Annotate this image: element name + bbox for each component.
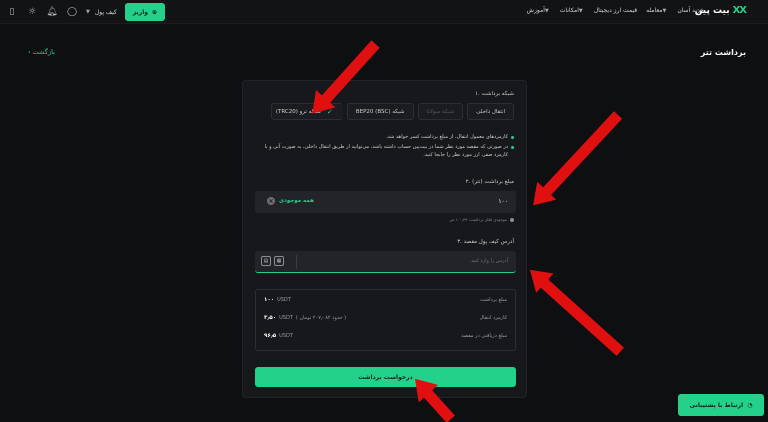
- summary-label: مبلغ برداشت: [480, 297, 507, 303]
- submit-withdraw-button[interactable]: درخواست برداشت: [255, 367, 516, 387]
- tab-solana[interactable]: شبکه سولانا: [417, 103, 464, 120]
- user-icon[interactable]: ◯: [66, 6, 78, 18]
- annotation-arrow: [538, 111, 623, 200]
- amount-input[interactable]: ۱۰۰ × همه موجودی: [255, 191, 516, 213]
- value-number: ۱۰۰: [264, 297, 275, 303]
- chevron-down-icon: ▼: [86, 9, 90, 15]
- divider: [296, 255, 297, 269]
- available-text: موجودی قابل برداشت: ۱۰۰٫۳۹ تتر: [449, 217, 507, 222]
- nav-item-features[interactable]: امکانات▼: [560, 7, 585, 14]
- nav-item-prices[interactable]: قیمت ارز دیجیتال: [594, 7, 637, 14]
- chevron-down-icon: ▼: [578, 8, 583, 14]
- value-unit: USDT: [277, 297, 291, 303]
- support-label: ارتباط با پشتیبانی: [689, 401, 744, 409]
- bell-icon[interactable]: 🔔︎: [46, 6, 58, 18]
- deposit-icon: ⊕: [152, 8, 158, 16]
- sun-icon[interactable]: ☼: [26, 6, 38, 18]
- network-notes: کارمزدهای معمول انتقال، از مبلغ برداشت ک…: [252, 133, 514, 161]
- address-placeholder: آدرس را وارد کنید: [470, 258, 508, 264]
- page-title: برداشت تتر: [700, 48, 746, 57]
- top-navbar: XX بیت پین خرید آسان معامله▼ قیمت ارز دی…: [0, 0, 768, 24]
- header-tools: ▯ ☼ 🔔︎ ◯ ▼ کیف پول واریز ⊕: [6, 3, 166, 21]
- nav-label: امکانات: [559, 7, 579, 14]
- nav-item-trade[interactable]: معامله▼: [646, 7, 668, 14]
- summary-row: ۹۶٫۵ USDT مبلغ دریافتی در مقصد: [264, 333, 507, 339]
- wallet-menu[interactable]: ▼ کیف پول: [86, 9, 117, 16]
- main-nav: خرید آسان معامله▼ قیمت ارز دیجیتال امکان…: [527, 7, 704, 14]
- back-link[interactable]: ‹ بازگشت: [28, 48, 55, 56]
- summary-value: ۱۰۰ USDT: [264, 297, 291, 303]
- nav-item-easy-buy[interactable]: خرید آسان: [677, 7, 704, 14]
- withdraw-form: ۱. شبکه برداشت انتقال داخلی شبکه سولانا …: [242, 80, 527, 398]
- chevron-down-icon: ▼: [544, 8, 549, 14]
- value-unit: USDT: [279, 333, 293, 339]
- summary-value: ۳٫۵۰ USDT( حدود ۲۰۷٫۰۸۲ تومان ): [264, 315, 346, 321]
- download-icon[interactable]: ▯: [6, 6, 18, 18]
- paste-icon[interactable]: ▤: [261, 256, 271, 266]
- logo-mark: XX: [732, 5, 747, 16]
- value-number: ۳٫۵۰: [264, 315, 277, 321]
- deposit-button[interactable]: واریز ⊕: [124, 3, 166, 21]
- deposit-label: واریز: [132, 8, 149, 16]
- address-label: ۳. آدرس کیف پول مقصد: [457, 239, 514, 245]
- amount-label: ۲. مبلغ برداشت (تتر): [465, 179, 514, 185]
- address-input[interactable]: آدرس را وارد کنید ▤ ▦: [255, 251, 516, 273]
- back-label: بازگشت: [32, 48, 55, 56]
- note-item: در صورتی که مقصد مورد نظر شما در بیت‌پین…: [252, 143, 514, 159]
- value-unit: USDT: [279, 315, 293, 321]
- tab-bep20[interactable]: BEP20 (BSC) شبکه: [346, 103, 414, 120]
- address-tools: ▤ ▦: [261, 256, 284, 266]
- network-label: ۱. شبکه برداشت: [474, 91, 514, 97]
- annotation-arrow: [536, 275, 624, 356]
- value-number: ۹۶٫۵: [264, 333, 277, 339]
- summary-row: ۱۰۰ USDT مبلغ برداشت: [264, 297, 507, 303]
- available-balance: موجودی قابل برداشت: ۱۰۰٫۳۹ تتر: [450, 217, 514, 222]
- info-icon: [510, 217, 514, 222]
- nav-label: آموزش: [526, 7, 545, 14]
- wallet-label: کیف پول: [94, 8, 117, 16]
- withdraw-summary: ۱۰۰ USDT مبلغ برداشت ۳٫۵۰ USDT( حدود ۲۰۷٫۰…: [255, 289, 516, 351]
- nav-label: معامله: [646, 7, 663, 14]
- chevron-down-icon: ▼: [662, 8, 667, 14]
- value-note: ( حدود ۲۰۷٫۰۸۲ تومان ): [295, 315, 347, 321]
- support-button[interactable]: ارتباط با پشتیبانی ◔: [678, 394, 764, 416]
- all-balance-button[interactable]: × همه موجودی: [267, 197, 314, 205]
- amount-value: ۱۰۰: [498, 198, 508, 205]
- summary-value: ۹۶٫۵ USDT: [264, 333, 293, 339]
- summary-row: ۳٫۵۰ USDT( حدود ۲۰۷٫۰۸۲ تومان ) کارمزد ان…: [264, 315, 507, 321]
- note-item: کارمزدهای معمول انتقال، از مبلغ برداشت ک…: [252, 133, 514, 141]
- nav-item-learn[interactable]: آموزش▼: [527, 7, 551, 14]
- summary-label: مبلغ دریافتی در مقصد: [461, 333, 507, 339]
- summary-label: کارمزد انتقال: [479, 315, 507, 321]
- all-balance-label: همه موجودی: [279, 198, 314, 204]
- chat-icon: ◔: [747, 401, 753, 409]
- qr-icon[interactable]: ▦: [274, 256, 284, 266]
- tab-internal-transfer[interactable]: انتقال داخلی: [467, 103, 514, 120]
- clear-icon[interactable]: ×: [267, 197, 275, 205]
